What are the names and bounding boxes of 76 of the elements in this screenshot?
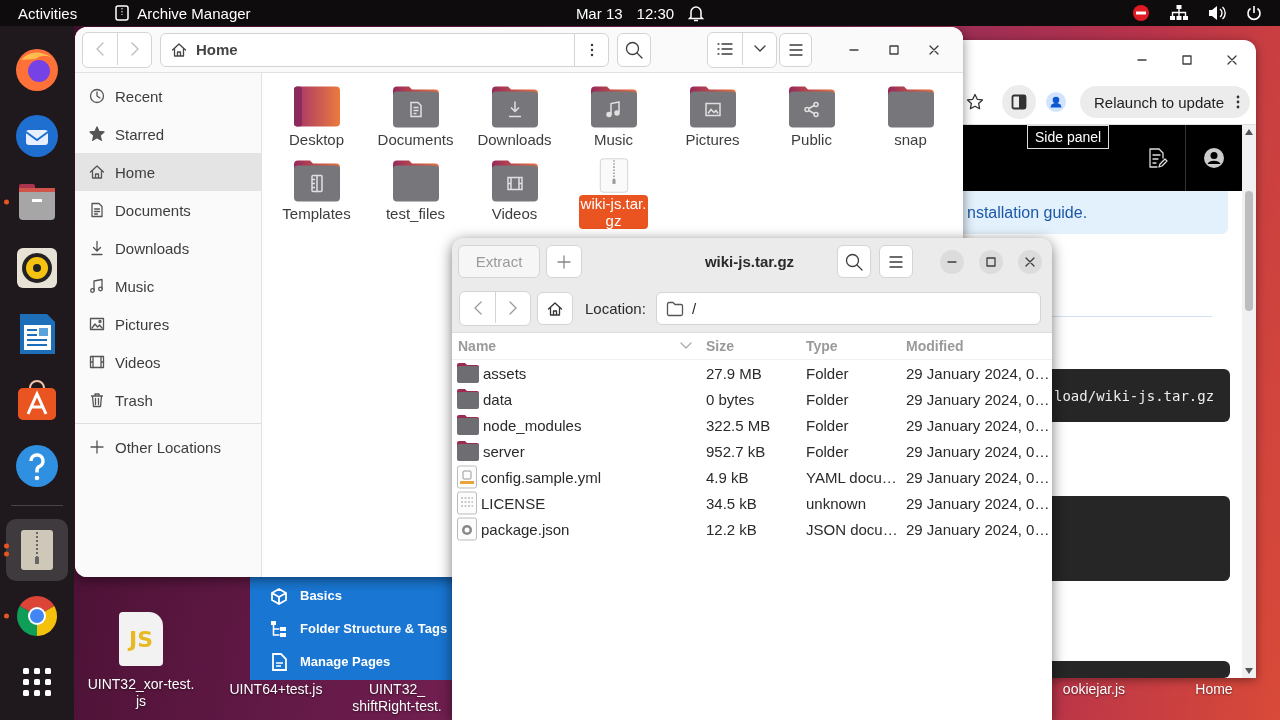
file-label[interactable]: snap — [892, 131, 929, 148]
table-cell-text: unknown — [805, 494, 868, 512]
file-label[interactable]: Videos — [489, 205, 540, 222]
sidebar-item[interactable]: Other Locations — [75, 428, 261, 466]
clock-time[interactable]: 12:30 — [636, 4, 675, 22]
table-cell-text: 4.9 kB — [705, 468, 750, 486]
location-field[interactable]: / — [655, 292, 1041, 325]
table-cell-text: YAML docu… — [805, 468, 898, 486]
table-cell[interactable]: node_modules — [452, 414, 700, 436]
sidebar-item[interactable]: Music — [75, 267, 261, 305]
table-cell-text: 29 January 2024, 0… — [905, 520, 1048, 538]
sidebar-item[interactable]: Trash — [75, 381, 261, 419]
nav-menu-item[interactable]: Folder Structure & Tags — [250, 612, 452, 645]
table-cell[interactable]: config.sample.yml — [452, 465, 700, 489]
date-label[interactable]: Mar 13 — [575, 4, 623, 22]
file-label[interactable]: Desktop — [287, 131, 346, 148]
table-cell-text: Folder — [805, 364, 850, 382]
table-cell-text: 29 January 2024, 0… — [905, 494, 1048, 512]
sidebar-item[interactable]: Downloads — [75, 229, 261, 267]
file-item[interactable]: test_files — [366, 155, 465, 229]
table-cell-text: Folder — [805, 442, 850, 460]
file-item[interactable]: Desktop — [267, 81, 366, 155]
file-item[interactable]: snap — [861, 81, 960, 155]
sidebar-item[interactable]: Starred — [75, 115, 261, 153]
file-label[interactable]: UINT64+test.js — [229, 681, 323, 698]
file-item[interactable]: Documents — [366, 81, 465, 155]
file-item[interactable]: Pictures — [663, 81, 762, 155]
file-item[interactable]: Public — [762, 81, 861, 155]
table-cell-text: 0 bytes — [705, 390, 756, 408]
table-cell-text: JSON docu… — [805, 520, 899, 538]
file-label[interactable]: ookiejar.js — [1062, 681, 1126, 698]
table-cell[interactable]: LICENSE — [452, 491, 700, 515]
table-cell-text: 29 January 2024, 0… — [905, 442, 1048, 460]
table-cell-text: 27.9 MB — [705, 364, 763, 382]
location-label: Location: — [585, 300, 646, 317]
file-label[interactable]: test_files — [383, 205, 448, 222]
file-label[interactable]: Pictures — [683, 131, 742, 148]
table-cell[interactable]: package.json — [452, 517, 700, 541]
file-item[interactable]: wiki-js.tar. gz — [564, 155, 663, 229]
nav-menu-item[interactable]: Manage Pages — [250, 645, 452, 678]
table-cell-text: 29 January 2024, 0… — [905, 468, 1048, 486]
table-cell[interactable]: server — [452, 440, 700, 462]
table-cell-text: 952.7 kB — [705, 442, 767, 460]
sidebar-item[interactable]: Documents — [75, 191, 261, 229]
table-cell-text: Folder — [805, 390, 850, 408]
relaunch-button[interactable]: Relaunch to update — [1080, 86, 1251, 118]
file-label[interactable]: UINT32_xor-test. js — [87, 676, 195, 710]
file-item[interactable]: Music — [564, 81, 663, 155]
window-title: wiki-js.tar.gz — [703, 253, 796, 270]
tooltip: Side panel — [1027, 125, 1110, 149]
app-menu-title[interactable]: Archive Manager — [137, 4, 251, 22]
file-label[interactable]: Music — [591, 131, 636, 148]
table-cell[interactable]: data — [452, 388, 700, 410]
table-cell-text: Folder — [805, 416, 850, 434]
file-label[interactable]: Downloads — [475, 131, 554, 148]
activities-button[interactable]: Activities — [18, 4, 78, 22]
file-item[interactable]: Templates — [267, 155, 366, 229]
file-type-label: JS — [129, 626, 153, 652]
file-label[interactable]: Public — [789, 131, 834, 148]
table-cell-text: 322.5 MB — [705, 416, 772, 434]
file-label[interactable]: wiki-js.tar. gz — [578, 195, 649, 229]
sidebar-item[interactable]: Home — [75, 153, 261, 191]
sidebar-item[interactable]: Pictures — [75, 305, 261, 343]
table-cell-text: 12.2 kB — [705, 520, 758, 538]
nav-menu-item[interactable]: Basics — [250, 579, 452, 612]
path-bar[interactable]: Home — [160, 32, 609, 67]
file-label[interactable]: UINT32_ shiftRight-test. — [352, 681, 442, 715]
file-label[interactable]: Documents — [375, 131, 456, 148]
sidebar-item[interactable]: Videos — [75, 343, 261, 381]
file-label[interactable]: Templates — [280, 205, 353, 222]
sidebar-item[interactable]: Recent — [75, 77, 261, 115]
file-label[interactable]: Home — [1195, 681, 1233, 698]
file-item[interactable]: Videos — [465, 155, 564, 229]
table-cell-text: 34.5 kB — [705, 494, 758, 512]
file-item[interactable]: Downloads — [465, 81, 564, 155]
table-cell[interactable]: assets — [452, 362, 700, 384]
